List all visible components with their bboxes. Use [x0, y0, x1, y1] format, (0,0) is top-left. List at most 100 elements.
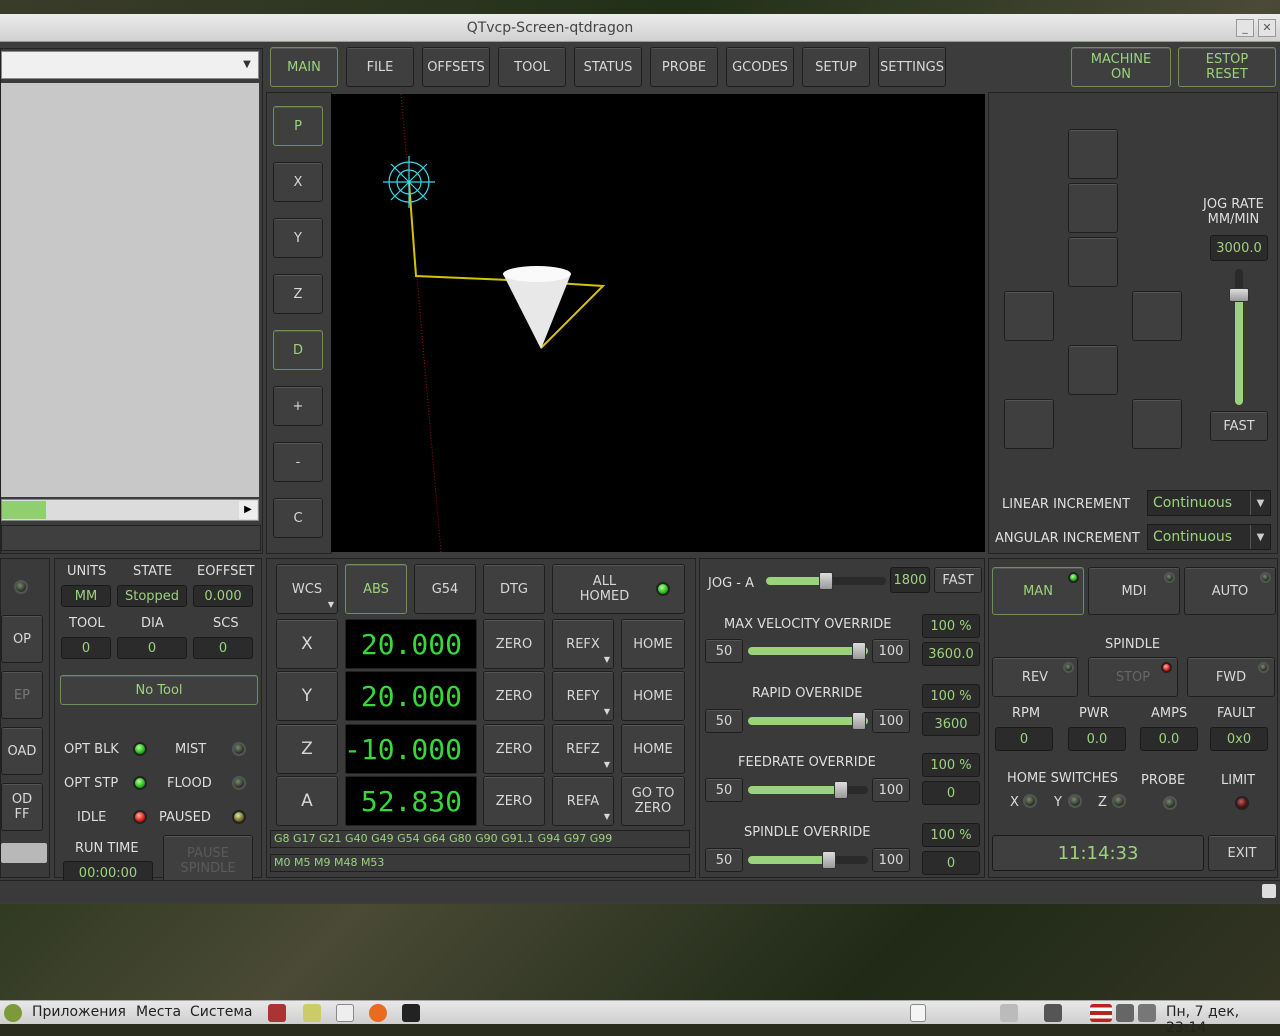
mode-man-button[interactable]: MAN: [992, 567, 1084, 615]
refx-button[interactable]: REFX ▼: [552, 619, 614, 669]
close-button[interactable]: ✕: [1258, 19, 1276, 37]
jog-a-minus-button[interactable]: [1132, 399, 1182, 449]
hammer-icon[interactable]: [268, 1004, 286, 1022]
jog-x-plus-button[interactable]: [1132, 291, 1182, 341]
text-editor-icon[interactable]: [336, 1004, 354, 1022]
home-x-button[interactable]: HOME: [621, 619, 685, 669]
places-menu[interactable]: Места: [136, 1004, 181, 1020]
tab-gcodes[interactable]: GCODES: [726, 47, 794, 87]
tool-info-button[interactable]: No Tool: [60, 675, 258, 705]
stop-button[interactable]: OP: [1, 615, 43, 663]
zero-z-button[interactable]: ZERO: [483, 724, 545, 774]
spindle-min-button[interactable]: 50: [705, 848, 743, 872]
clock-datetime[interactable]: Пн, 7 дек, 23:14: [1166, 1004, 1280, 1036]
view-z-button[interactable]: Z: [273, 274, 323, 314]
tab-settings[interactable]: SETTINGS: [878, 47, 946, 87]
linear-increment-select[interactable]: Continuous ▼: [1147, 490, 1271, 516]
jog-fast-button[interactable]: FAST: [1210, 411, 1268, 441]
tab-offsets[interactable]: OFFSETS: [422, 47, 490, 87]
network-icon[interactable]: [1116, 1004, 1134, 1022]
feedrate-override-slider[interactable]: [748, 781, 868, 799]
jog-y-minus-button[interactable]: [1068, 345, 1118, 395]
home-z-button[interactable]: HOME: [621, 724, 685, 774]
dtg-button[interactable]: DTG: [483, 564, 545, 614]
mode-mdi-button[interactable]: MDI: [1088, 567, 1180, 615]
chevron-right-icon[interactable]: ▶: [239, 501, 257, 519]
gcode-preview-canvas[interactable]: [331, 93, 985, 553]
jog-rate-slider[interactable]: [1229, 269, 1249, 405]
axis-z-label[interactable]: Z: [276, 724, 338, 774]
jog-z-plus-button[interactable]: [1068, 129, 1118, 179]
tab-main[interactable]: MAIN: [270, 47, 338, 87]
refy-button[interactable]: REFY ▼: [552, 671, 614, 721]
tab-tool[interactable]: TOOL: [498, 47, 566, 87]
spindle-override-slider[interactable]: [748, 851, 868, 869]
jog-a-button[interactable]: [1068, 237, 1118, 287]
wcs-button[interactable]: WCS ▼: [276, 564, 338, 614]
jog-a-slider[interactable]: [766, 572, 886, 590]
rapid-override-slider[interactable]: [748, 712, 868, 730]
flood-led[interactable]: [232, 776, 246, 790]
zoom-out-button[interactable]: -: [273, 442, 323, 482]
window-list-icon[interactable]: [1044, 1004, 1062, 1022]
spindle-stop-button[interactable]: STOP: [1088, 657, 1178, 697]
exit-button[interactable]: EXIT: [1208, 835, 1276, 871]
spindle-fwd-button[interactable]: FWD: [1187, 657, 1275, 697]
us-flag-icon[interactable]: [1090, 1004, 1112, 1022]
file-list[interactable]: [1, 83, 259, 497]
scrollbar-thumb[interactable]: [2, 501, 46, 519]
mist-led[interactable]: [232, 742, 246, 756]
zoom-in-button[interactable]: +: [273, 386, 323, 426]
firefox-icon[interactable]: [369, 1004, 387, 1022]
resize-grip-icon[interactable]: [1262, 884, 1276, 898]
show-desktop-icon[interactable]: [910, 1004, 926, 1022]
terminal-icon[interactable]: [402, 1004, 420, 1022]
abs-button[interactable]: ABS: [345, 564, 407, 614]
horizontal-scrollbar[interactable]: ▶: [1, 499, 259, 521]
estop-reset-button[interactable]: ESTOP RESET: [1178, 47, 1276, 87]
tab-status[interactable]: STATUS: [574, 47, 642, 87]
mode-auto-button[interactable]: AUTO: [1184, 567, 1276, 615]
reload-button[interactable]: OAD: [1, 727, 43, 775]
zero-a-button[interactable]: ZERO: [483, 776, 545, 826]
trash-icon[interactable]: [1000, 1004, 1018, 1022]
view-d-button[interactable]: D: [273, 330, 323, 370]
tab-probe[interactable]: PROBE: [650, 47, 718, 87]
tab-setup[interactable]: SETUP: [802, 47, 870, 87]
view-y-button[interactable]: Y: [273, 218, 323, 258]
mint-menu-icon[interactable]: [4, 1004, 22, 1022]
zero-x-button[interactable]: ZERO: [483, 619, 545, 669]
feedrate-min-button[interactable]: 50: [705, 778, 743, 802]
max-velocity-min-button[interactable]: 50: [705, 639, 743, 663]
machine-on-button[interactable]: MACHINE ON: [1071, 47, 1171, 87]
g54-button[interactable]: G54: [414, 564, 476, 614]
jog-x-minus-button[interactable]: [1004, 291, 1054, 341]
jog-a-fast-button[interactable]: FAST: [934, 567, 982, 593]
view-p-button[interactable]: P: [273, 106, 323, 146]
axis-x-label[interactable]: X: [276, 619, 338, 669]
spindle-rev-button[interactable]: REV: [992, 657, 1078, 697]
rapid-min-button[interactable]: 50: [705, 709, 743, 733]
view-x-button[interactable]: X: [273, 162, 323, 202]
run-off-button[interactable]: OD FF: [1, 783, 43, 831]
linuxcnc-icon[interactable]: [303, 1004, 321, 1022]
volume-icon[interactable]: [1138, 1004, 1156, 1022]
refa-button[interactable]: REFA ▼: [552, 776, 614, 826]
jog-y-plus-button[interactable]: [1068, 183, 1118, 233]
opt-blk-led[interactable]: [133, 742, 147, 756]
goto-zero-button[interactable]: GO TO ZERO: [621, 776, 685, 826]
feedrate-max-button[interactable]: 100: [872, 778, 910, 802]
minimize-button[interactable]: _: [1236, 19, 1254, 37]
jog-z-minus-button[interactable]: [1004, 399, 1054, 449]
tab-file[interactable]: FILE: [346, 47, 414, 87]
axis-y-label[interactable]: Y: [276, 671, 338, 721]
axis-a-label[interactable]: A: [276, 776, 338, 826]
system-menu[interactable]: Система: [190, 1004, 252, 1020]
opt-stp-led[interactable]: [133, 776, 147, 790]
file-path-combo[interactable]: ▼: [1, 51, 259, 79]
clear-view-button[interactable]: C: [273, 498, 323, 538]
zero-y-button[interactable]: ZERO: [483, 671, 545, 721]
angular-increment-select[interactable]: Continuous ▼: [1147, 524, 1271, 550]
home-y-button[interactable]: HOME: [621, 671, 685, 721]
jog-rate-knob[interactable]: [1229, 288, 1249, 302]
